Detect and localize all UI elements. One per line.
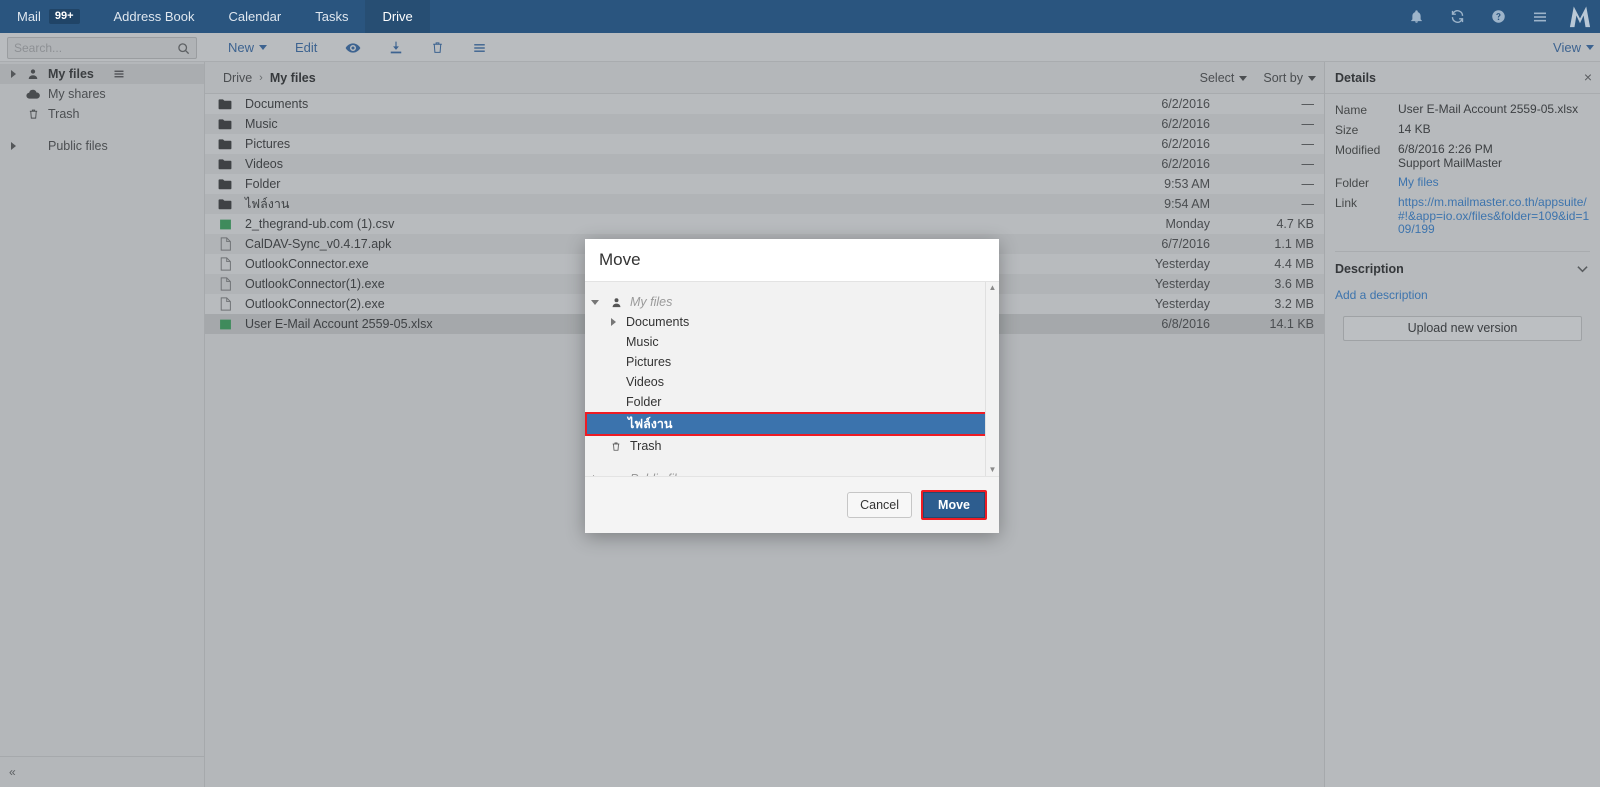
- folder-tree-item-music-label: Music: [626, 335, 659, 349]
- folder-tree-item-public-files-label: Public files: [627, 472, 690, 476]
- folder-tree-item-trash-label: Trash: [630, 439, 662, 453]
- folder-tree-item-folder[interactable]: Folder: [585, 392, 985, 412]
- scroll-down-icon[interactable]: ▼: [989, 466, 997, 474]
- chevron-down-icon[interactable]: [585, 299, 605, 305]
- move-dialog-title: Move: [599, 250, 641, 269]
- scroll-up-icon[interactable]: ▲: [989, 284, 997, 292]
- user-icon: [605, 297, 627, 308]
- move-button[interactable]: Move: [923, 492, 985, 518]
- folder-tree-item-pictures-label: Pictures: [626, 355, 672, 369]
- move-button-highlight: Move: [921, 490, 987, 520]
- folder-tree-item-videos[interactable]: Videos: [585, 372, 985, 392]
- folder-tree-item-trash[interactable]: Trash: [585, 436, 985, 456]
- folder-tree-spacer: [585, 456, 985, 469]
- folder-tree-scrollbar[interactable]: ▲ ▼: [985, 282, 999, 476]
- folder-tree: My files Documents Music Pictures Videos: [585, 282, 999, 476]
- move-dialog-header: Move: [585, 239, 999, 281]
- move-dialog: Move My files Documents Music Pictures V…: [585, 239, 999, 533]
- folder-tree-item-documents-label: Documents: [626, 315, 690, 329]
- drive-app-window: mail master mail master mail master mail…: [0, 0, 1600, 787]
- folder-tree-item-selected-label: ไฟล์งาน: [628, 417, 673, 431]
- folder-tree-item-videos-label: Videos: [626, 375, 664, 389]
- folder-tree-item-public-files[interactable]: Public files: [585, 469, 985, 476]
- folder-tree-item-folder-label: Folder: [626, 395, 662, 409]
- folder-tree-item-my-files[interactable]: My files: [585, 292, 985, 312]
- folder-tree-item-music[interactable]: Music: [585, 332, 985, 352]
- folder-tree-item-my-files-label: My files: [630, 295, 673, 309]
- chevron-right-icon[interactable]: [585, 475, 605, 476]
- move-dialog-footer: Cancel Move: [585, 477, 999, 533]
- folder-tree-item-documents[interactable]: Documents: [585, 312, 985, 332]
- folder-tree-item-pictures[interactable]: Pictures: [585, 352, 985, 372]
- folder-tree-item-selected[interactable]: ไฟล์งาน: [585, 412, 999, 436]
- trash-icon: [605, 441, 627, 452]
- cancel-button[interactable]: Cancel: [847, 492, 913, 518]
- move-dialog-body: My files Documents Music Pictures Videos: [585, 281, 999, 477]
- chevron-right-icon[interactable]: [603, 318, 623, 326]
